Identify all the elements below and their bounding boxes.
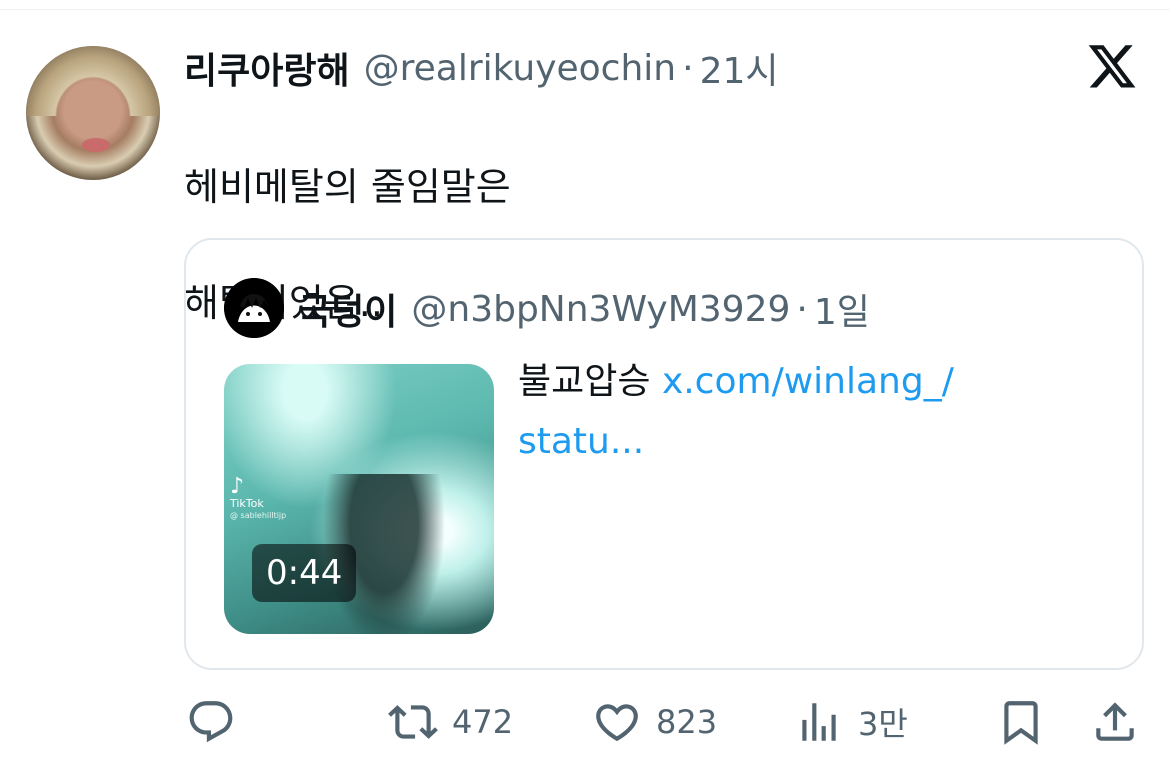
- quoted-text-body: 불교압승: [518, 361, 662, 402]
- tiktok-handle-label: @ sablehilltijp: [230, 511, 287, 520]
- author-handle[interactable]: @realrikuyeochin: [364, 48, 677, 89]
- views-count: 3만: [858, 705, 908, 743]
- quote-header: 국덩이 @n3bpNn3WyM3929 · 1일: [298, 284, 870, 334]
- retweet-button[interactable]: 472: [388, 690, 513, 754]
- reply-icon: [186, 697, 236, 747]
- reply-button[interactable]: [186, 690, 236, 754]
- x-logo-icon: [1086, 44, 1138, 92]
- retweet-icon: [388, 697, 438, 747]
- quoted-text: 불교압승 x.com/winlang_/ statu...: [518, 352, 1038, 472]
- tweet-timestamp[interactable]: 21시: [700, 42, 779, 94]
- tiktok-brand-label: TikTok: [230, 497, 264, 510]
- views-chart-icon: [794, 697, 844, 747]
- like-count: 823: [656, 703, 718, 741]
- action-bar: 472 823 3만: [0, 690, 1170, 754]
- avatar-lips-shape: [82, 138, 110, 152]
- quote-header-separator: ·: [796, 288, 808, 330]
- retweet-count: 472: [452, 703, 514, 741]
- share-icon: [1090, 697, 1140, 747]
- header-separator: ·: [682, 47, 694, 89]
- share-button[interactable]: [1090, 690, 1140, 754]
- tiktok-logo-icon: ♪: [230, 474, 245, 499]
- avatar-hair-shape: [26, 46, 160, 116]
- video-thumbnail[interactable]: ♪ TikTok @ sablehilltijp 0:44: [224, 364, 494, 634]
- tiktok-watermark: ♪ TikTok @ sablehilltijp: [230, 476, 286, 522]
- views-button[interactable]: 3만: [794, 690, 908, 754]
- bookmark-button[interactable]: [996, 690, 1046, 754]
- author-display-name[interactable]: 리쿠아랑해: [184, 42, 350, 94]
- heart-icon: [592, 697, 642, 747]
- author-avatar[interactable]: [26, 46, 160, 180]
- like-button[interactable]: 823: [592, 690, 717, 754]
- bookmark-icon: [996, 697, 1046, 747]
- tweet-header: 리쿠아랑해 @realrikuyeochin · 21시: [184, 42, 779, 94]
- video-duration-badge: 0:44: [252, 544, 357, 602]
- quoted-display-name[interactable]: 국덩이: [298, 283, 397, 335]
- quote-tweet-card[interactable]: 국덩이 @n3bpNn3WyM3929 · 1일 ♪ TikTok @ sabl…: [184, 238, 1144, 670]
- quoted-timestamp[interactable]: 1일: [814, 283, 870, 335]
- top-divider: [0, 9, 1170, 10]
- quoted-handle[interactable]: @n3bpNn3WyM3929: [411, 289, 790, 330]
- quoted-author-avatar[interactable]: [224, 278, 284, 338]
- tweet-text-line: 헤비메탈의 줄임말은: [184, 165, 511, 209]
